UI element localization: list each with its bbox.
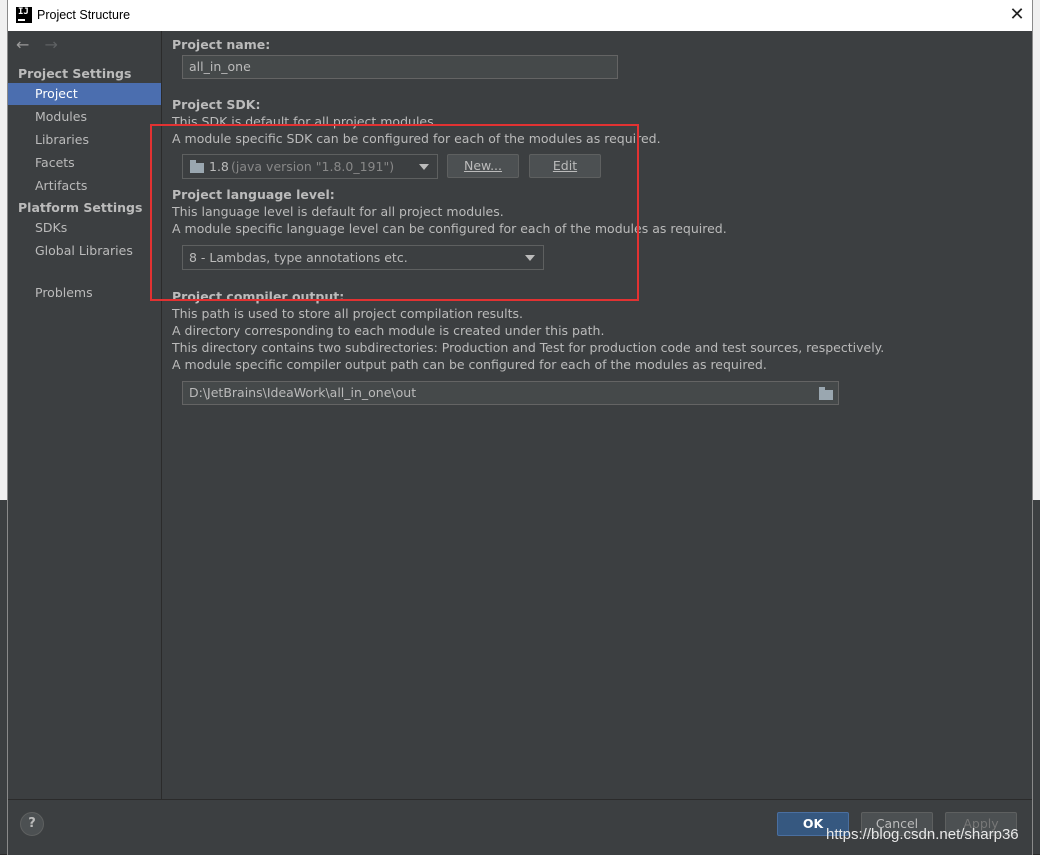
project-name-label: Project name: <box>172 37 271 52</box>
project-sdk-label: Project SDK: <box>172 97 261 112</box>
help-button[interactable]: ? <box>20 812 44 836</box>
sidebar-item-modules[interactable]: Modules <box>8 106 161 128</box>
compiler-output-description-3: This directory contains two subdirectori… <box>172 340 885 355</box>
sidebar-item-sdks[interactable]: SDKs <box>8 217 161 239</box>
window-title: Project Structure <box>37 8 131 22</box>
compiler-output-path-input[interactable]: D:\JetBrains\IdeaWork\all_in_one\out <box>182 381 839 405</box>
language-level-description-2: A module specific language level can be … <box>172 221 727 236</box>
chevron-down-icon <box>525 255 535 261</box>
project-settings-panel: Project name: all_in_one Project SDK: Th… <box>162 31 1032 799</box>
compiler-output-description-1: This path is used to store all project c… <box>172 306 523 321</box>
watermark-url: https://blog.csdn.net/sharp36 <box>826 826 1019 843</box>
background-left-strip <box>0 0 8 854</box>
sdk-version-detail: (java version "1.8.0_191") <box>231 159 395 174</box>
sidebar-item-project[interactable]: Project <box>8 83 161 105</box>
browse-folder-icon[interactable] <box>819 387 833 400</box>
sdk-description-2: A module specific SDK can be configured … <box>172 131 661 146</box>
compiler-output-description-4: A module specific compiler output path c… <box>172 357 767 372</box>
forward-arrow-icon[interactable]: → <box>45 35 58 54</box>
intellij-app-icon: IJ <box>16 7 32 23</box>
sdk-edit-button[interactable]: Edit <box>529 154 601 178</box>
sdk-dropdown[interactable]: 1.8 (java version "1.8.0_191") <box>182 154 438 179</box>
language-level-description-1: This language level is default for all p… <box>172 204 504 219</box>
language-level-value: 8 - Lambdas, type annotations etc. <box>189 250 408 265</box>
close-icon[interactable]: ✕ <box>1006 4 1028 26</box>
sidebar-item-global-libraries[interactable]: Global Libraries <box>8 240 161 262</box>
sdk-version: 1.8 <box>209 159 229 174</box>
language-level-dropdown[interactable]: 8 - Lambdas, type annotations etc. <box>182 245 544 270</box>
compiler-output-label: Project compiler output: <box>172 289 345 304</box>
compiler-output-description-2: A directory corresponding to each module… <box>172 323 605 338</box>
compiler-output-path: D:\JetBrains\IdeaWork\all_in_one\out <box>189 385 417 400</box>
language-level-label: Project language level: <box>172 187 335 202</box>
sidebar-item-problems[interactable]: Problems <box>8 282 161 304</box>
sdk-new-button[interactable]: New... <box>447 154 519 178</box>
sidebar: ← → Project Settings Project Modules Lib… <box>8 31 162 799</box>
folder-icon <box>190 160 204 173</box>
nav-arrows: ← → <box>16 35 68 55</box>
background-right-strip <box>1032 0 1040 854</box>
title-bar: IJ Project Structure ✕ <box>8 0 1032 31</box>
sdk-description-1: This SDK is default for all project modu… <box>172 114 438 129</box>
project-settings-header: Project Settings <box>18 66 132 81</box>
sidebar-item-libraries[interactable]: Libraries <box>8 129 161 151</box>
back-arrow-icon[interactable]: ← <box>16 35 29 54</box>
project-structure-dialog: IJ Project Structure ✕ ← → Project Setti… <box>8 0 1032 855</box>
sidebar-item-artifacts[interactable]: Artifacts <box>8 175 161 197</box>
project-name-input[interactable]: all_in_one <box>182 55 618 79</box>
chevron-down-icon <box>419 164 429 170</box>
sidebar-item-facets[interactable]: Facets <box>8 152 161 174</box>
platform-settings-header: Platform Settings <box>18 200 143 215</box>
